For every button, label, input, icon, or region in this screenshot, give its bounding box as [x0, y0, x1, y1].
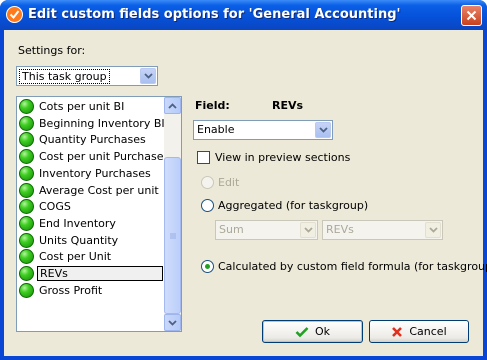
- status-green-icon: [19, 99, 34, 114]
- enable-select-value: Enable: [197, 123, 235, 136]
- list-item-label: REVs: [37, 266, 163, 281]
- list-item[interactable]: Cots per unit BI: [19, 98, 163, 115]
- aggregated-radio-label[interactable]: Aggregated (for taskgroup): [218, 199, 368, 212]
- list-item-label: Inventory Purchases: [39, 166, 151, 180]
- status-green-icon: [19, 149, 34, 165]
- list-item-label: Beginning Inventory BI: [39, 116, 165, 130]
- list-item[interactable]: COGS: [19, 198, 163, 215]
- aggregate-function-value: Sum: [219, 223, 244, 236]
- list-item[interactable]: End Inventory: [19, 215, 163, 232]
- edit-radio[interactable]: [201, 176, 214, 189]
- aggregate-field-select[interactable]: REVs: [322, 220, 443, 240]
- formula-radio-label[interactable]: Calculated by custom field formula (for …: [218, 260, 487, 273]
- list-item[interactable]: Beginning Inventory BI: [19, 115, 165, 132]
- window-title: Edit custom fields options for 'General …: [28, 7, 401, 22]
- formula-radio[interactable]: [201, 260, 214, 273]
- chevron-down-icon[interactable]: [140, 68, 156, 84]
- checkmark-icon: [295, 326, 309, 337]
- status-green-icon: [19, 215, 34, 231]
- status-green-icon: [19, 132, 34, 148]
- status-green-icon: [19, 165, 34, 181]
- chevron-down-icon[interactable]: [300, 222, 316, 238]
- close-button[interactable]: [461, 5, 482, 26]
- dialog-body: Settings for: This task group Cots per u…: [4, 30, 487, 356]
- list-item-label: Average Cost per unit: [39, 183, 159, 197]
- close-icon: [466, 10, 477, 21]
- list-item[interactable]: Quantity Purchases: [19, 131, 163, 148]
- list-item[interactable]: Cost per unit Purchases: [19, 148, 169, 165]
- list-item[interactable]: REVs: [19, 265, 163, 282]
- cancel-button[interactable]: Cancel: [369, 320, 469, 343]
- list-item[interactable]: Inventory Purchases: [19, 165, 163, 182]
- chevron-down-icon[interactable]: [425, 222, 441, 238]
- list-item-label: Gross Profit: [39, 283, 103, 297]
- aggregate-field-value: REVs: [326, 223, 354, 236]
- list-item[interactable]: Units Quantity: [19, 232, 163, 249]
- settings-for-select[interactable]: This task group: [16, 66, 158, 86]
- custom-fields-list[interactable]: Cots per unit BI Beginning Inventory BI Qu…: [16, 96, 182, 332]
- list-item-label: Units Quantity: [39, 233, 119, 247]
- list-item-label: Cots per unit BI: [39, 100, 125, 113]
- status-green-icon: [19, 199, 34, 215]
- aggregated-radio[interactable]: [201, 199, 214, 212]
- edit-radio-label[interactable]: Edit: [218, 176, 239, 189]
- list-item-label: COGS: [39, 200, 71, 214]
- list-item[interactable]: Cost per Unit: [19, 248, 163, 265]
- title-bar[interactable]: Edit custom fields options for 'General …: [0, 0, 487, 30]
- settings-for-value: This task group: [19, 69, 110, 84]
- status-green-icon: [19, 232, 34, 248]
- enable-select[interactable]: Enable: [193, 120, 333, 140]
- list-item-label: Cost per Unit: [39, 250, 112, 264]
- scroll-down-button[interactable]: [164, 314, 181, 331]
- chevron-down-icon[interactable]: [315, 122, 331, 138]
- cancel-button-label: Cancel: [409, 325, 447, 338]
- status-green-icon: [19, 266, 34, 281]
- list-item-label: Cost per unit Purchases: [39, 150, 170, 164]
- view-preview-label[interactable]: View in preview sections: [215, 151, 350, 164]
- status-green-icon: [19, 115, 34, 131]
- field-name: REVs: [272, 99, 304, 112]
- ok-button[interactable]: Ok: [262, 320, 363, 343]
- dialog-window: Edit custom fields options for 'General …: [0, 0, 487, 360]
- status-green-icon: [19, 282, 34, 298]
- status-green-icon: [19, 182, 34, 198]
- app-check-icon: [6, 6, 23, 23]
- scroll-thumb[interactable]: [164, 157, 181, 314]
- settings-for-label: Settings for:: [18, 44, 86, 57]
- list-item[interactable]: Gross Profit: [19, 282, 163, 299]
- scroll-up-button[interactable]: [164, 97, 181, 114]
- field-label: Field:: [195, 99, 230, 112]
- aggregate-function-select[interactable]: Sum: [215, 220, 318, 240]
- status-green-icon: [19, 249, 34, 265]
- radio-selected-dot: [205, 264, 210, 269]
- ok-button-label: Ok: [314, 325, 331, 338]
- list-item[interactable]: Average Cost per unit: [19, 182, 163, 199]
- list-scrollbar[interactable]: [164, 97, 181, 331]
- view-preview-checkbox[interactable]: [197, 151, 210, 164]
- x-mark-icon: [392, 326, 403, 337]
- list-item-label: Quantity Purchases: [39, 133, 146, 147]
- list-item-label: End Inventory: [39, 216, 116, 230]
